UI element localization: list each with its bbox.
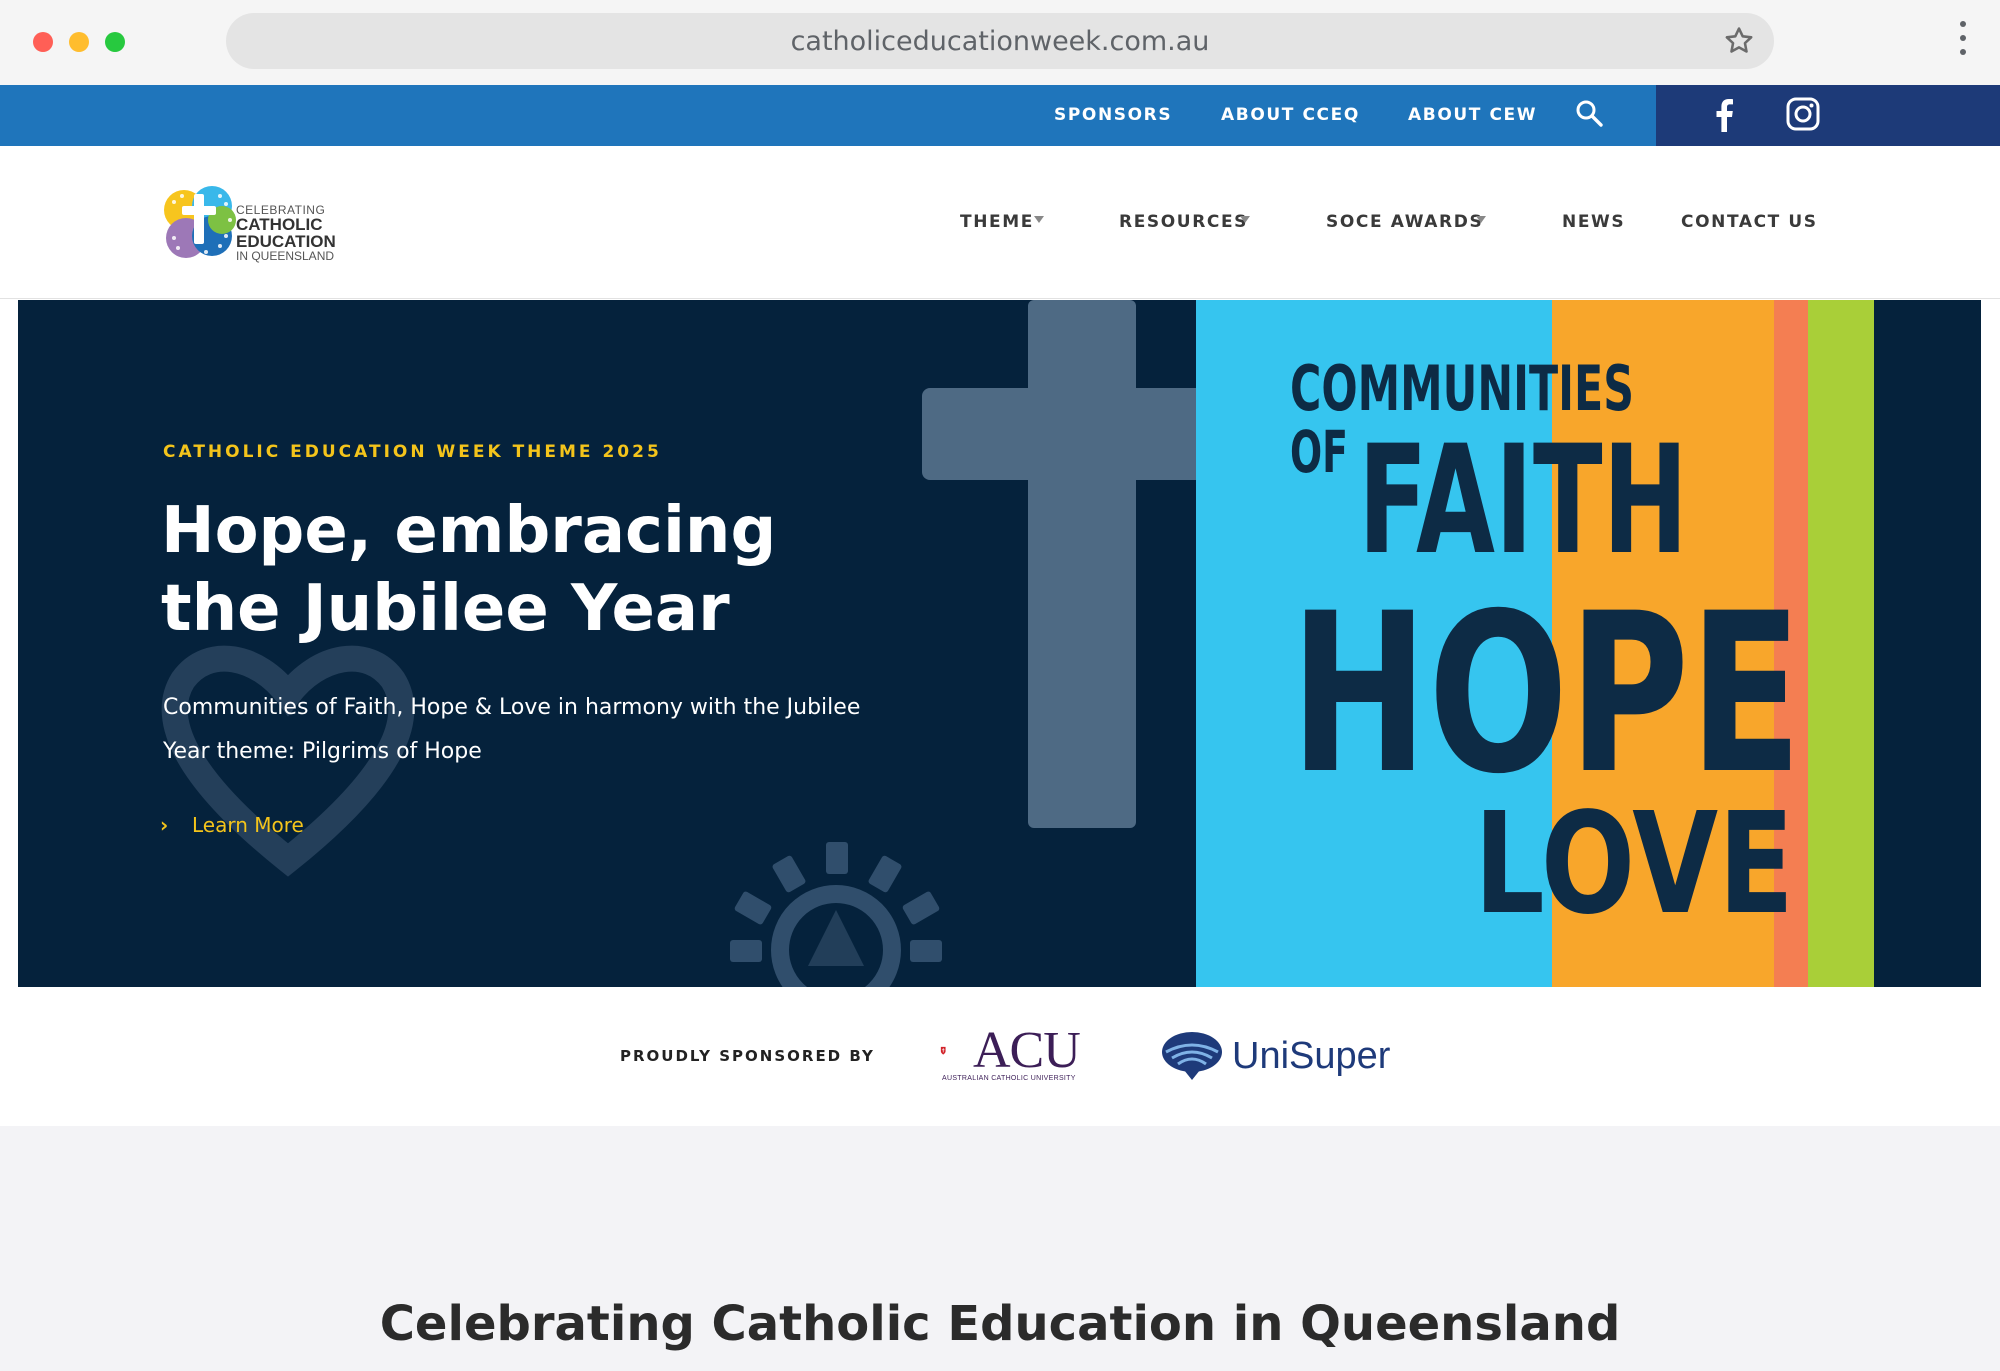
instagram-icon[interactable] <box>1786 97 1820 131</box>
hero-title: Hope, embracing the Jubilee Year <box>161 492 861 648</box>
url-text: catholiceducationweek.com.au <box>790 26 1210 57</box>
hero-subtitle: Communities of Faith, Hope & Love in har… <box>163 686 883 774</box>
logo-line-catholic: CATHOLIC <box>236 215 323 234</box>
learn-more-link[interactable]: › Learn More <box>160 813 304 837</box>
bookmark-star-icon[interactable] <box>1722 24 1756 58</box>
window-maximize-button[interactable] <box>105 32 125 52</box>
topbar-link-sponsors[interactable]: SPONSORS <box>1054 105 1172 125</box>
topbar-link-about-cew[interactable]: ABOUT CEW <box>1408 105 1537 125</box>
unisuper-logo[interactable]: UniSuper <box>1232 1037 1390 1075</box>
unisuper-shell-icon[interactable] <box>1160 1030 1224 1082</box>
logo-line-education: EDUCATION <box>236 232 336 251</box>
window-minimize-button[interactable] <box>69 32 89 52</box>
chevron-right-icon: › <box>160 813 169 837</box>
nav-news[interactable]: NEWS <box>1562 212 1625 232</box>
social-bar <box>1656 85 2000 146</box>
learn-more-label: Learn More <box>192 813 304 837</box>
chevron-down-icon <box>1034 216 1044 223</box>
art-word-of: OF <box>1290 418 1348 486</box>
nav-soce-awards[interactable]: SOCE AWARDS <box>1326 212 1483 232</box>
nav-contact-us[interactable]: CONTACT US <box>1681 212 1818 232</box>
browser-chrome: catholiceducationweek.com.au <box>0 0 2000 85</box>
hero-title-line1: Hope, embracing <box>161 494 777 568</box>
chevron-down-icon <box>1240 216 1250 223</box>
search-icon[interactable] <box>1574 98 1604 128</box>
art-word-faith: FAITH <box>1358 414 1688 588</box>
section-title: Celebrating Catholic Education in Queens… <box>379 1296 1621 1352</box>
logo-line-queensland: IN QUEENSLAND <box>236 249 335 263</box>
logo-wordmark[interactable]: CELEBRATING CATHOLIC EDUCATION IN QUEENS… <box>236 204 336 262</box>
sponsors-label: PROUDLY SPONSORED BY <box>620 1047 875 1065</box>
facebook-icon[interactable] <box>1710 98 1740 132</box>
window-close-button[interactable] <box>33 32 53 52</box>
address-bar[interactable]: catholiceducationweek.com.au <box>226 13 1774 69</box>
hero-title-line2: the Jubilee Year <box>161 572 730 646</box>
chevron-down-icon <box>1476 216 1486 223</box>
nav-resources[interactable]: RESOURCES <box>1119 212 1248 232</box>
topbar-link-about-cceq[interactable]: ABOUT CCEQ <box>1221 105 1360 125</box>
nav-theme[interactable]: THEME <box>960 212 1034 232</box>
art-word-love: LOVE <box>1474 783 1794 946</box>
acu-logo[interactable]: ACU <box>973 1025 1081 1077</box>
acu-shield-icon[interactable] <box>940 1032 970 1072</box>
hero-subtitle-line2: Year theme: Pilgrims of Hope <box>163 739 482 764</box>
sun-shell-icon <box>730 842 942 987</box>
browser-menu-icon[interactable] <box>1958 21 1968 63</box>
hero-subtitle-line1: Communities of Faith, Hope & Love in har… <box>163 695 861 720</box>
acu-logo-subtitle: AUSTRALIAN CATHOLIC UNIVERSITY <box>942 1075 1076 1082</box>
hero-eyebrow: CATHOLIC EDUCATION WEEK THEME 2025 <box>163 442 662 462</box>
